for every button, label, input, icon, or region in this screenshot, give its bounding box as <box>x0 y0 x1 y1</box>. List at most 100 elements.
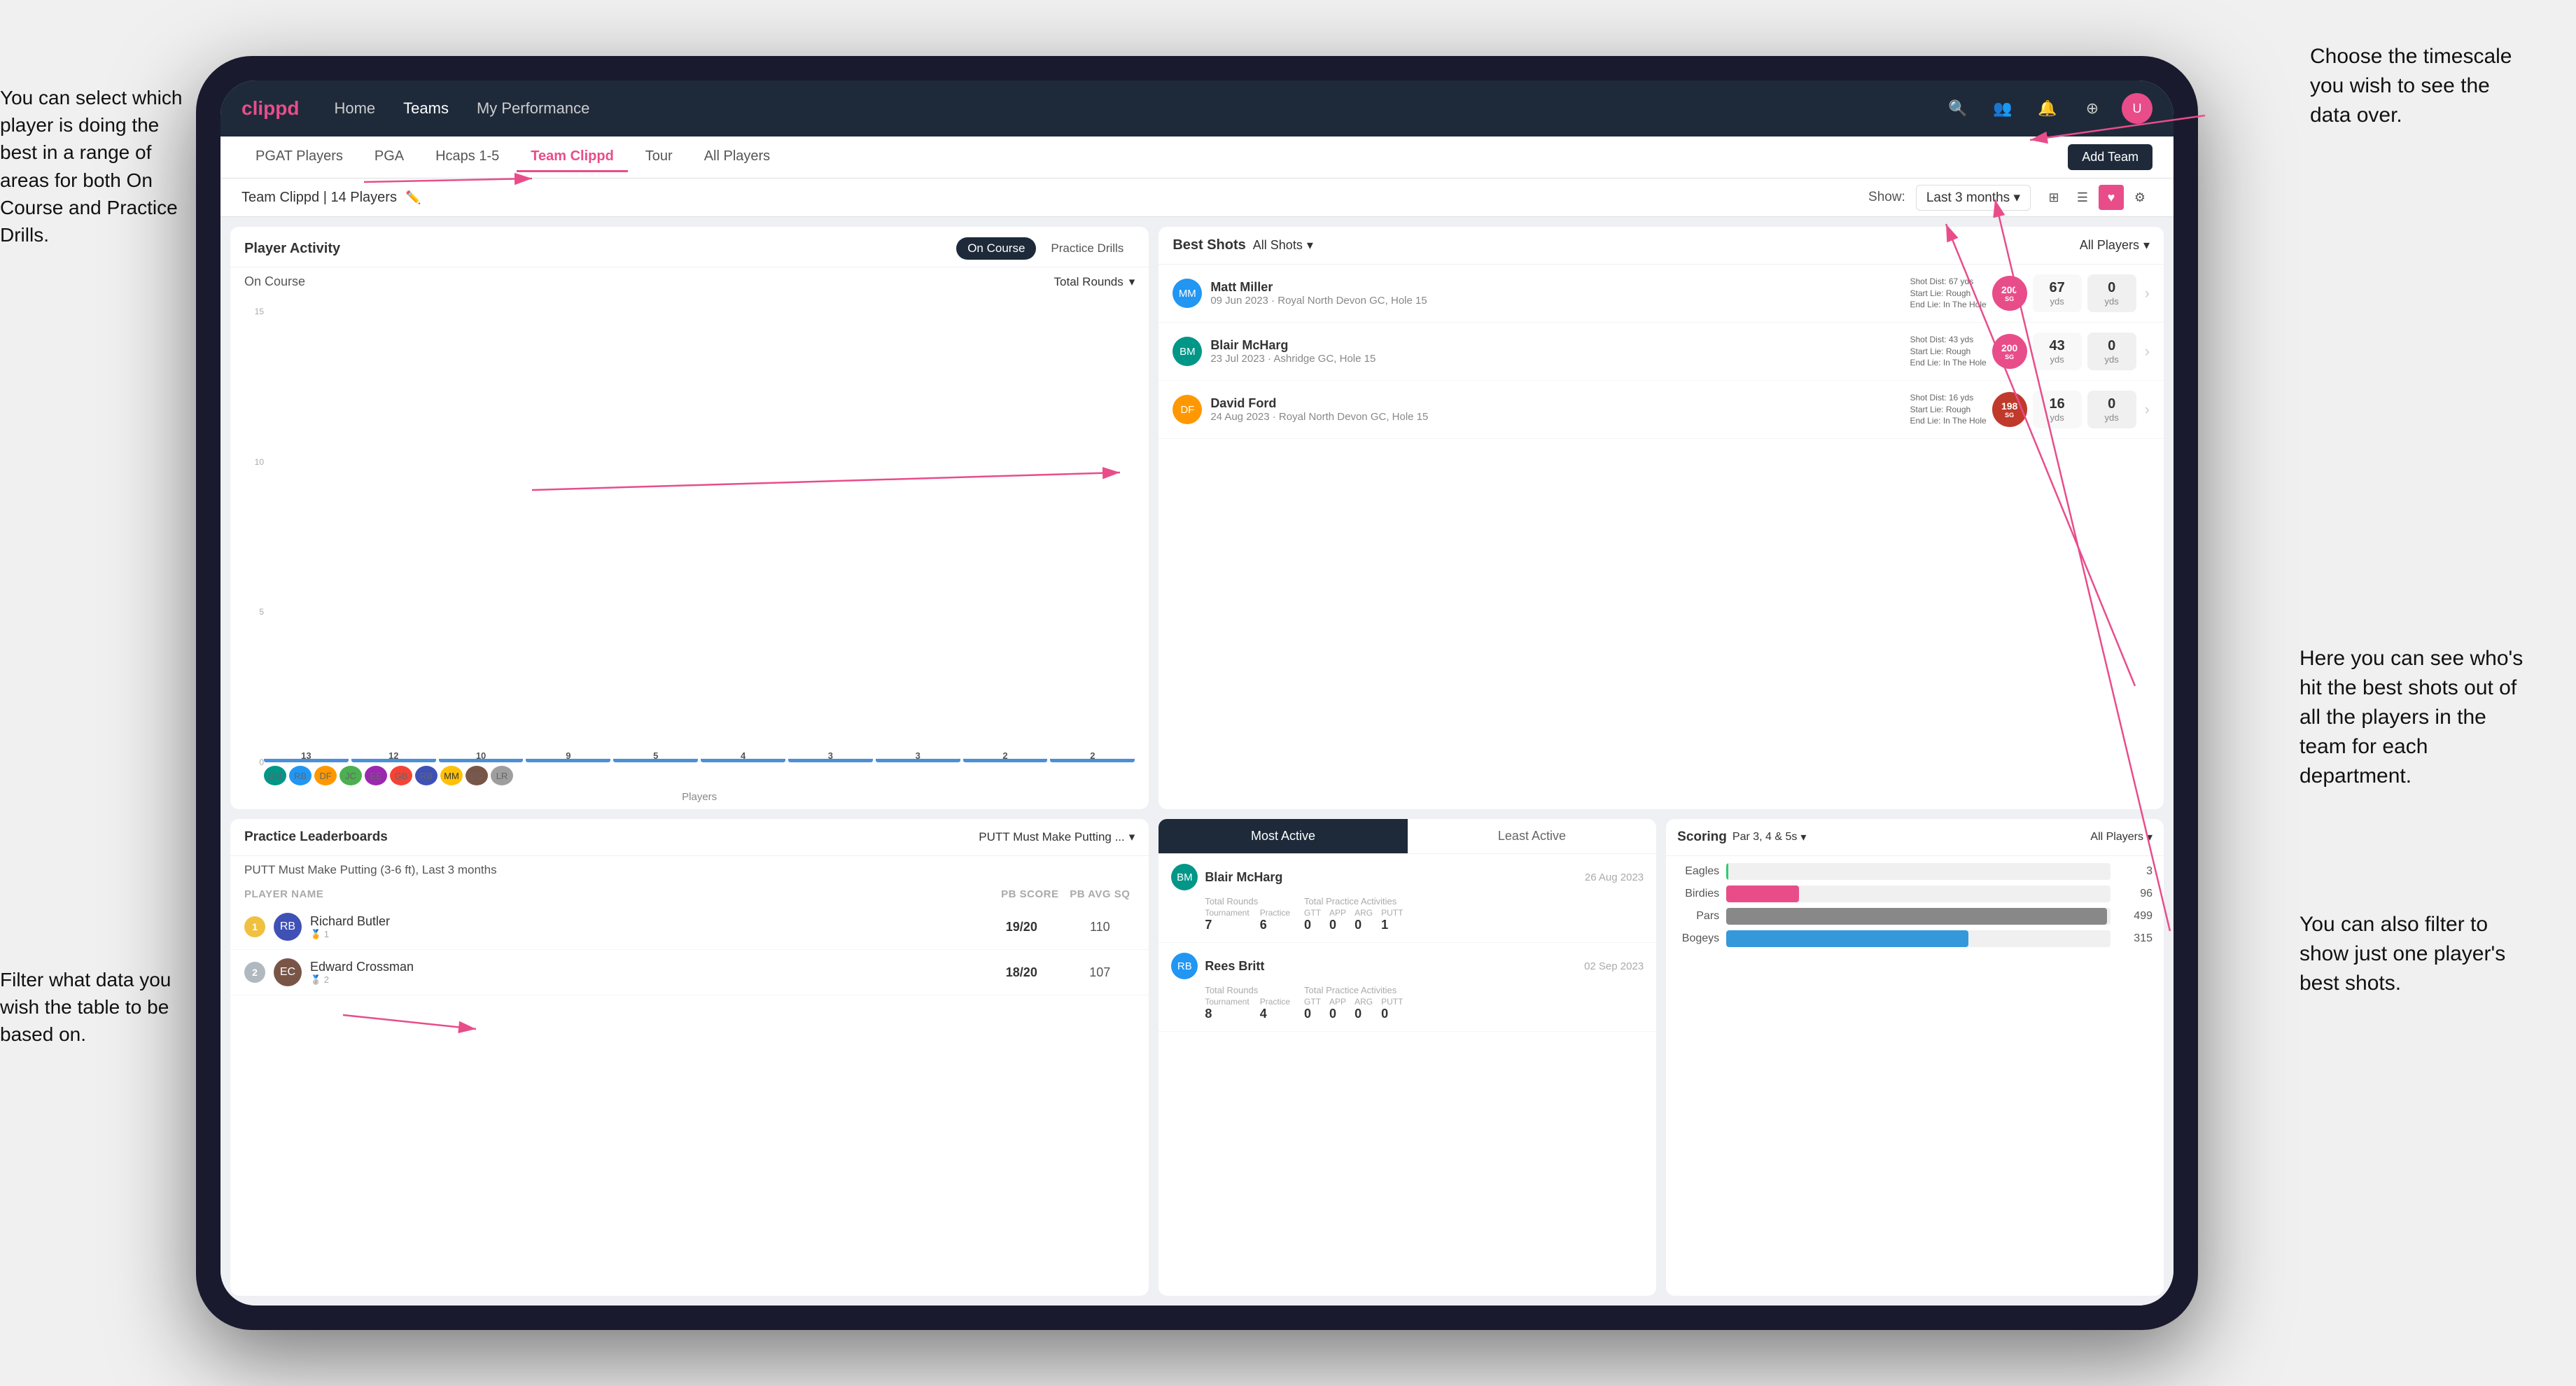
shot-stat-zero-3: 0 yds <box>2087 391 2136 428</box>
lb-subtitle: PUTT Must Make Putting (3-6 ft), Last 3 … <box>230 856 1149 884</box>
lb-row-2[interactable]: 2 EC Edward Crossman 🥈 2 18/20 107 <box>230 950 1149 995</box>
shots-players-filter[interactable]: All Players ▾ <box>2080 238 2150 253</box>
shot-details-3: 24 Aug 2023 · Royal North Devon GC, Hole… <box>1210 411 1901 423</box>
tab-tour[interactable]: Tour <box>631 143 687 172</box>
lb-player-name-1: Richard Butler <box>310 914 978 929</box>
tab-pgat-players[interactable]: PGAT Players <box>241 143 357 172</box>
plus-circle-button[interactable]: ⊕ <box>2077 93 2108 124</box>
player-avatar-9[interactable]: EC <box>465 766 488 785</box>
shot-card-3[interactable]: DF David Ford 24 Aug 2023 · Royal North … <box>1158 381 2164 439</box>
score-bar-container-pars <box>1726 908 2110 925</box>
tab-least-active[interactable]: Least Active <box>1408 819 1656 853</box>
lb-title: Practice Leaderboards <box>244 830 388 845</box>
bar-e-ebert: 5 <box>613 750 698 762</box>
ma-total-rounds-group-2: Total Rounds Tournament 8 Practice 4 <box>1205 985 1290 1021</box>
shot-chevron-3[interactable]: › <box>2145 400 2150 419</box>
edit-icon[interactable]: ✏️ <box>405 190 421 205</box>
lb-filter[interactable]: PUTT Must Make Putting ... ▾ <box>979 830 1135 844</box>
ma-player-card-2: RB Rees Britt 02 Sep 2023 Total Rounds T… <box>1158 943 1656 1032</box>
player-avatar-3[interactable]: DF <box>314 766 337 785</box>
shot-text-2: Shot Dist: 43 yds Start Lie: Rough End L… <box>1910 334 1986 369</box>
time-period-select[interactable]: Last 3 months ▾ <box>1916 185 2031 211</box>
search-button[interactable]: 🔍 <box>1942 93 1973 124</box>
shot-card-1[interactable]: MM Matt Miller 09 Jun 2023 · Royal North… <box>1158 265 2164 323</box>
scoring-players-filter[interactable]: All Players ▾ <box>2090 830 2152 844</box>
player-avatar-7[interactable]: RB <box>415 766 438 785</box>
bar-g-billingham: 4 <box>701 750 785 762</box>
nav-performance[interactable]: My Performance <box>477 96 589 121</box>
ma-rounds-label-2: Total Rounds <box>1205 985 1290 995</box>
score-label-bogeys: Bogeys <box>1677 932 1719 945</box>
player-avatar-10[interactable]: LR <box>491 766 513 785</box>
score-bar-pars <box>1726 908 2106 925</box>
tab-most-active[interactable]: Most Active <box>1158 819 1407 853</box>
bell-button[interactable]: 🔔 <box>2032 93 2063 124</box>
lb-row-1[interactable]: 1 RB Richard Butler 🏅 1 19/20 110 <box>230 904 1149 950</box>
lb-avatar-1: RB <box>274 913 302 941</box>
shot-badge-2: 200 SG <box>1992 334 2027 369</box>
bar-j-coles: 9 <box>526 750 610 762</box>
score-row-bogeys: Bogeys 315 <box>1677 930 2152 947</box>
shot-text-3: Shot Dist: 16 yds Start Lie: Rough End L… <box>1910 392 1986 427</box>
tab-hcaps[interactable]: Hcaps 1-5 <box>421 143 513 172</box>
heart-view-button[interactable]: ♥ <box>2099 185 2124 210</box>
score-bar-container-eagles <box>1726 863 2110 880</box>
add-team-button[interactable]: Add Team <box>2068 144 2152 170</box>
annotation-best-shots: Here you can see who's hit the best shot… <box>2300 644 2538 791</box>
settings-view-button[interactable]: ⚙ <box>2127 185 2152 210</box>
lb-avg-2: 107 <box>1065 965 1135 980</box>
annotation-filter: Filter what data you wish the table to b… <box>0 966 200 1049</box>
player-avatar-1[interactable]: BM <box>264 766 286 785</box>
tab-on-course[interactable]: On Course <box>956 237 1036 260</box>
scoring-chevron-icon: ▾ <box>1800 830 1806 844</box>
scoring-par-filter[interactable]: Par 3, 4 & 5s ▾ <box>1732 830 1807 844</box>
chart-filter-select[interactable]: Total Rounds ▾ <box>1054 275 1135 289</box>
ma-gtt-2: 0 <box>1304 1007 1321 1021</box>
player-avatar-4[interactable]: JC <box>340 766 362 785</box>
score-count-bogeys: 315 <box>2118 932 2152 945</box>
bar-d-ford: 10 <box>439 750 524 762</box>
score-bar-bogeys <box>1726 930 1968 947</box>
tab-all-players[interactable]: All Players <box>690 143 784 172</box>
shot-chevron-1[interactable]: › <box>2145 284 2150 302</box>
avatar-button[interactable]: U <box>2122 93 2152 124</box>
tab-team-clippd[interactable]: Team Clippd <box>517 143 628 172</box>
best-shots-title: Best Shots <box>1172 237 1245 253</box>
best-shots-panel: Best Shots All Shots ▾ All Players ▾ MM … <box>1158 227 2164 809</box>
list-view-button[interactable]: ☰ <box>2070 185 2095 210</box>
score-bar-container-birdies <box>1726 886 2110 902</box>
ma-rounds-cols-2: Tournament 8 Practice 4 <box>1205 997 1290 1021</box>
shot-details-1: 09 Jun 2023 · Royal North Devon GC, Hole… <box>1210 295 1901 307</box>
tab-pga[interactable]: PGA <box>360 143 418 172</box>
tab-practice-drills[interactable]: Practice Drills <box>1040 237 1135 260</box>
ma-practice-label-2: Total Practice Activities <box>1304 985 1403 995</box>
ma-gtt-1: 0 <box>1304 918 1321 932</box>
ma-putt-1: 1 <box>1381 918 1403 932</box>
shot-info-2: Blair McHarg 23 Jul 2023 · Ashridge GC, … <box>1210 338 1901 365</box>
score-row-birdies: Birdies 96 <box>1677 886 2152 902</box>
ma-putt-2: 0 <box>1381 1007 1403 1021</box>
users-button[interactable]: 👥 <box>1987 93 2018 124</box>
shots-filter[interactable]: All Shots ▾ <box>1253 238 1313 253</box>
ma-player-top-2: RB Rees Britt 02 Sep 2023 <box>1171 953 1644 979</box>
sub-tabs: PGAT Players PGA Hcaps 1-5 Team Clippd T… <box>220 136 2174 178</box>
player-avatar-8[interactable]: MM <box>440 766 463 785</box>
grid-view-button[interactable]: ⊞ <box>2041 185 2066 210</box>
shot-info-3: David Ford 24 Aug 2023 · Royal North Dev… <box>1210 396 1901 423</box>
chart-filter-chevron: ▾ <box>1129 275 1135 289</box>
lb-table-header: PLAYER NAME PB SCORE PB AVG SQ <box>230 884 1149 904</box>
nav-teams[interactable]: Teams <box>403 96 449 121</box>
chart-section-title: On Course <box>244 274 305 289</box>
nav-home[interactable]: Home <box>334 96 375 121</box>
shot-chevron-2[interactable]: › <box>2145 342 2150 360</box>
ma-total-rounds-group-1: Total Rounds Tournament 7 Practice 6 <box>1205 896 1290 932</box>
shot-stat-zero-2: 0 yds <box>2087 332 2136 370</box>
player-avatar-2[interactable]: RB <box>289 766 312 785</box>
score-label-pars: Pars <box>1677 910 1719 923</box>
shots-panel-header: Best Shots All Shots ▾ All Players ▾ <box>1158 227 2164 265</box>
shot-stat-dist-1: 67 yds <box>2033 274 2082 312</box>
player-avatar-6[interactable]: GB <box>390 766 412 785</box>
shot-card-2[interactable]: BM Blair McHarg 23 Jul 2023 · Ashridge G… <box>1158 323 2164 381</box>
player-avatar-5[interactable]: EE <box>365 766 387 785</box>
scoring-players-chevron-icon: ▾ <box>2147 830 2152 844</box>
